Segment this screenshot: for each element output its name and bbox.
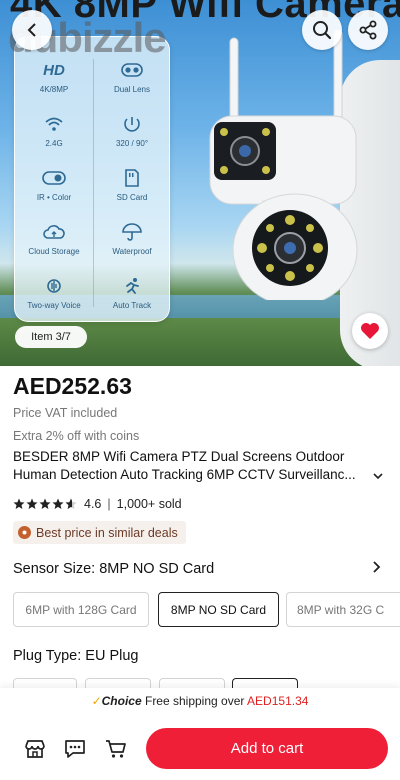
best-price-badge: Best price in similar deals bbox=[13, 521, 186, 544]
hd-icon: HD bbox=[43, 61, 65, 79]
product-title-line-1: BESDER 8MP Wifi Camera PTZ Dual Screens … bbox=[13, 449, 345, 464]
star-icon bbox=[52, 498, 64, 509]
coins-discount-note: Extra 2% off with coins bbox=[13, 429, 140, 443]
star-icon bbox=[26, 498, 38, 509]
spec-rotation: 320 / 90° bbox=[93, 113, 171, 165]
product-title[interactable]: BESDER 8MP Wifi Camera PTZ Dual Screens … bbox=[13, 448, 385, 484]
spec-label: Auto Track bbox=[112, 301, 152, 310]
back-button[interactable] bbox=[12, 10, 52, 50]
spec-label: Cloud Storage bbox=[28, 247, 80, 256]
rating-row[interactable]: 4.6 | 1,000+ sold bbox=[13, 496, 182, 512]
star-rating bbox=[13, 498, 78, 510]
umbrella-icon bbox=[122, 221, 142, 243]
spec-wifi: 2.4G bbox=[15, 113, 93, 165]
dual-lens-icon bbox=[121, 59, 143, 81]
add-to-cart-button[interactable]: Add to cart bbox=[146, 728, 388, 769]
spec-label: Two-way Voice bbox=[27, 301, 81, 310]
search-button[interactable] bbox=[302, 10, 342, 50]
spec-hd: HD 4K/8MP bbox=[15, 59, 93, 111]
price-tag-icon bbox=[18, 526, 31, 539]
image-counter: Item 3/7 bbox=[15, 326, 87, 348]
shipping-threshold: AED151.34 bbox=[247, 694, 309, 708]
spec-panel: HD 4K/8MP Dual Lens 2.4G 320 / 90° IR • … bbox=[14, 36, 170, 322]
plug-type-label[interactable]: Plug Type: EU Plug bbox=[13, 648, 138, 664]
chevron-left-icon bbox=[27, 23, 36, 37]
spec-ir: IR • Color bbox=[15, 167, 93, 219]
store-button[interactable] bbox=[22, 738, 48, 760]
spec-auto-track: Auto Track bbox=[93, 275, 171, 327]
product-title-line-2: Human Detection Auto Tracking 6MP CCTV S… bbox=[13, 467, 356, 482]
shipping-banner: ✓Choice Free shipping over AED151.34 bbox=[0, 694, 400, 708]
spec-label: 2.4G bbox=[45, 139, 63, 148]
spec-label: 4K/8MP bbox=[39, 85, 69, 94]
spec-waterproof: Waterproof bbox=[93, 221, 171, 273]
wifi-icon bbox=[44, 113, 64, 135]
chat-icon bbox=[65, 740, 85, 758]
sensor-option-8mp-32g[interactable]: 8MP with 32G C bbox=[286, 592, 400, 627]
spec-cloud: Cloud Storage bbox=[15, 221, 93, 273]
spec-label: Waterproof bbox=[112, 247, 152, 256]
product-price: AED252.63 bbox=[13, 373, 132, 399]
spec-label: SD Card bbox=[116, 193, 148, 202]
chat-button[interactable] bbox=[62, 738, 88, 760]
shopping-cart-icon bbox=[106, 740, 126, 758]
rating-value: 4.6 bbox=[84, 497, 102, 511]
spec-label: Dual Lens bbox=[113, 85, 151, 94]
rotate-icon bbox=[123, 113, 141, 135]
chevron-right-icon[interactable] bbox=[372, 560, 381, 578]
spec-sd-card: SD Card bbox=[93, 167, 171, 219]
shipping-text: Free shipping over bbox=[144, 694, 245, 708]
share-icon bbox=[359, 20, 377, 40]
spec-label: 320 / 90° bbox=[115, 139, 149, 148]
camera-illustration bbox=[209, 30, 358, 300]
star-icon bbox=[39, 498, 51, 509]
best-price-label: Best price in similar deals bbox=[36, 525, 178, 540]
sensor-option-6mp-128g[interactable]: 6MP with 128G Card bbox=[13, 592, 149, 627]
cloud-icon bbox=[43, 221, 65, 243]
star-half-icon bbox=[65, 498, 77, 509]
ir-toggle-icon bbox=[42, 167, 66, 189]
spec-label: IR • Color bbox=[36, 193, 72, 202]
heart-icon bbox=[361, 323, 379, 339]
sensor-option-8mp-no-sd[interactable]: 8MP NO SD Card bbox=[158, 592, 279, 627]
sd-card-icon bbox=[125, 167, 139, 189]
product-image-gallery[interactable]: 4K 8MP Wifi Camera HD 4K/8MP Dual Lens 2… bbox=[0, 0, 400, 366]
cart-button[interactable] bbox=[103, 738, 129, 760]
running-icon bbox=[123, 275, 141, 297]
voice-icon bbox=[43, 275, 65, 297]
vat-note: Price VAT included bbox=[13, 406, 118, 420]
search-icon bbox=[313, 21, 332, 40]
spec-dual-lens: Dual Lens bbox=[93, 59, 171, 111]
store-icon bbox=[25, 740, 45, 758]
chevron-down-icon bbox=[373, 468, 383, 486]
rating-separator: | bbox=[107, 497, 111, 511]
sold-count: 1,000+ sold bbox=[116, 497, 182, 511]
choice-label: Choice bbox=[101, 694, 142, 708]
choice-check-icon: ✓ bbox=[91, 694, 102, 708]
star-icon bbox=[13, 498, 25, 509]
share-button[interactable] bbox=[348, 10, 388, 50]
wishlist-button[interactable] bbox=[352, 313, 388, 349]
product-page: 4K 8MP Wifi Camera HD 4K/8MP Dual Lens 2… bbox=[0, 0, 400, 780]
spec-two-way-voice: Two-way Voice bbox=[15, 275, 93, 327]
sensor-size-label[interactable]: Sensor Size: 8MP NO SD Card bbox=[13, 561, 214, 577]
